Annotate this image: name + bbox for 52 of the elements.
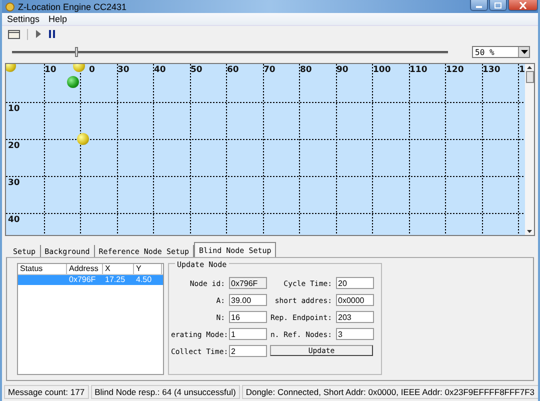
close-button[interactable] [508,0,538,11]
menu-item[interactable]: Help [48,14,68,24]
axis-label: 30 [8,178,20,188]
maximize-icon [494,2,502,8]
axis-label: 50 [190,65,202,75]
axis-label: 20 [8,141,20,151]
axis-label: 90 [336,65,348,75]
input-field[interactable]: 2 [229,345,267,357]
window-title: Z-Location Engine CC2431 [18,2,127,12]
caret-icon [520,50,528,54]
axis-label: 40 [154,65,166,75]
input-field[interactable]: 20 [336,277,374,289]
axis-label: 1 [519,65,525,75]
column-header[interactable]: X [103,264,134,274]
status-text: Message count: 177 [4,385,89,399]
minimize-button[interactable] [470,0,488,11]
status-text: Blind Node resp.: 64 (4 unsuccessful) [90,385,240,399]
scroll-thumb[interactable] [526,71,534,83]
axis-label: 70 [264,65,276,75]
axis-label: 100 [373,65,391,75]
app-icon [5,2,15,12]
scroll-down-icon[interactable] [527,230,532,233]
pause-icon[interactable] [46,29,58,39]
slider-thumb[interactable] [75,46,78,56]
maximize-button[interactable] [489,0,507,11]
axis-label: 80 [300,65,312,75]
axis-label: 0 [89,65,95,75]
input-field[interactable]: 39.00 [229,294,267,306]
scroll-up-icon[interactable] [527,66,532,69]
input-field[interactable]: 3 [336,328,374,340]
input-field[interactable]: 16 [229,311,267,323]
input-field[interactable]: 203 [336,311,374,323]
axis-label: 120 [446,65,464,75]
zoom-dropdown[interactable]: 50 % [472,46,530,58]
column-header[interactable]: Status [18,264,67,274]
axis-label: 10 [8,104,20,114]
column-header[interactable]: Address [67,264,103,274]
input-field[interactable]: 0x796F [229,277,267,289]
column-header[interactable]: Y [134,264,162,274]
axis-label: 40 [8,215,20,225]
axis-label: 60 [227,65,239,75]
status-text: Dongle: Connected, Short Addr: 0x0000, IEEE Addr: 0x23F9EFFFF8FFF7F3 [242,385,538,399]
input-field[interactable]: 1 [229,328,267,340]
folder-icon[interactable] [5,28,23,40]
menu-item[interactable]: Settings [7,14,40,24]
axis-label: 10 [44,65,56,75]
scrollbar[interactable] [525,64,534,235]
axis-label: 110 [410,65,428,75]
axis-label: 30 [118,65,130,75]
input-field[interactable]: 0x0000 [336,294,374,306]
axis-label: 130 [482,65,500,75]
close-icon [519,2,527,8]
